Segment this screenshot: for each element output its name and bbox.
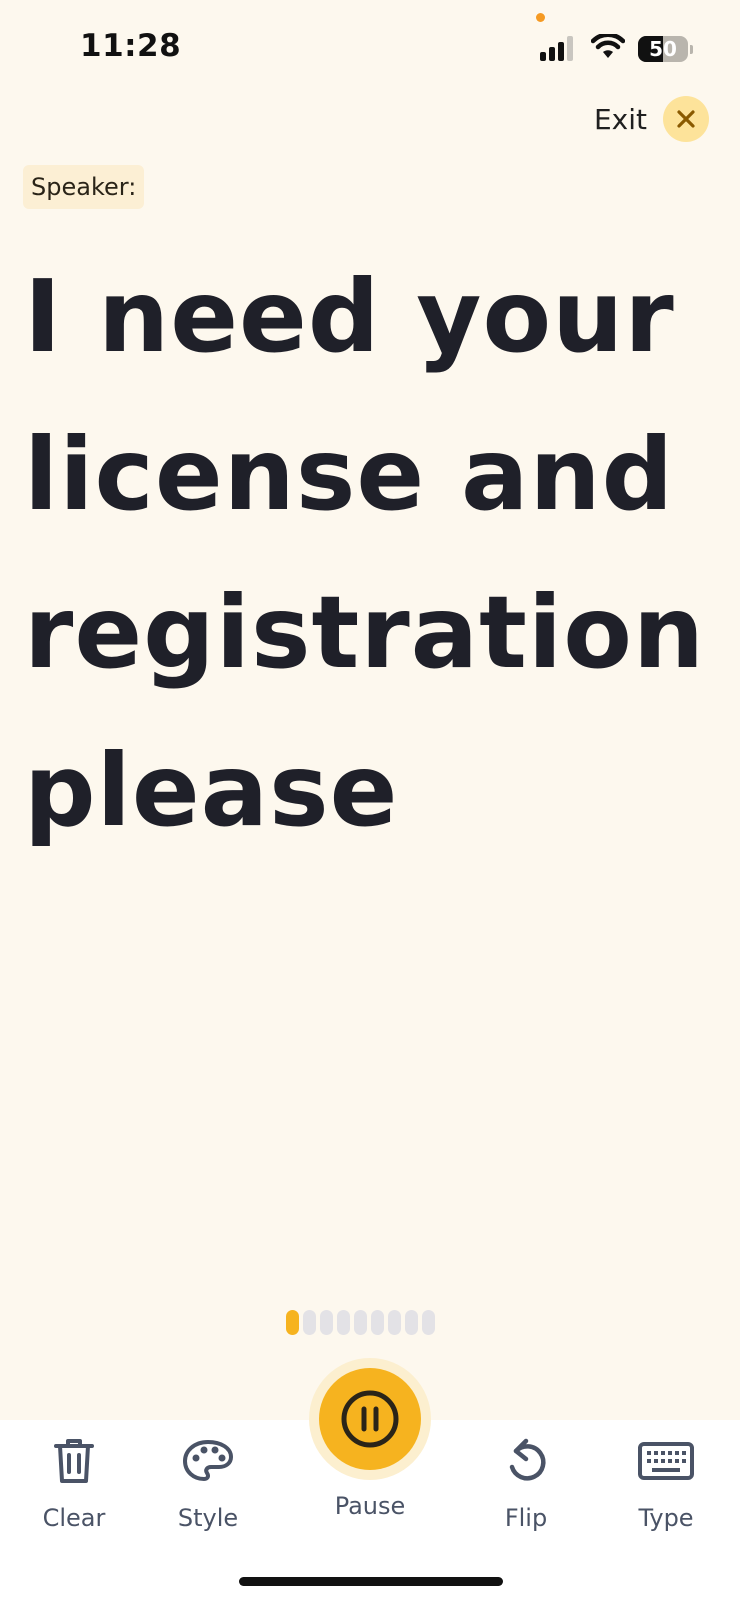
speaker-tag: Speaker: <box>23 165 145 209</box>
style-button[interactable]: Style <box>148 1432 268 1532</box>
page-dot <box>354 1310 367 1335</box>
page-dot <box>388 1310 401 1335</box>
keyboard-icon <box>638 1442 694 1480</box>
type-button[interactable]: Type <box>606 1432 726 1532</box>
page-dot <box>405 1310 418 1335</box>
transcript-text: I need your license and registration ple… <box>24 238 724 870</box>
exit-label[interactable]: Exit <box>594 103 647 136</box>
battery-tip <box>690 45 693 54</box>
status-time: 11:28 <box>80 28 182 64</box>
transcript-line: please <box>24 732 399 849</box>
transcript-line: registration <box>24 574 706 691</box>
page-dot <box>422 1310 435 1335</box>
status-bar: 11:28 50 <box>0 0 740 96</box>
page-dot <box>337 1310 350 1335</box>
close-icon <box>677 110 695 128</box>
page-dot <box>320 1310 333 1335</box>
cellular-signal-icon <box>540 36 573 61</box>
pause-label: Pause <box>334 1492 406 1520</box>
wifi-icon <box>591 34 625 58</box>
page-dot <box>286 1310 299 1335</box>
page-dot <box>303 1310 316 1335</box>
page-indicator <box>286 1310 435 1335</box>
style-label: Style <box>177 1504 239 1532</box>
privacy-indicator-dot <box>536 13 545 22</box>
transcript-line: license and <box>24 416 675 533</box>
page-dot <box>371 1310 384 1335</box>
battery-indicator: 50 <box>638 36 688 62</box>
pause-button[interactable] <box>319 1368 421 1470</box>
trash-icon <box>54 1439 94 1483</box>
transcript-line: I need your <box>24 258 675 375</box>
type-label: Type <box>638 1504 694 1532</box>
pause-icon <box>341 1390 399 1448</box>
flip-button[interactable]: Flip <box>466 1432 586 1532</box>
exit-button[interactable] <box>663 96 709 142</box>
battery-level-text: 50 <box>649 37 677 61</box>
flip-label: Flip <box>504 1504 548 1532</box>
rotate-icon <box>509 1438 546 1481</box>
clear-button[interactable]: Clear <box>14 1432 134 1532</box>
clear-label: Clear <box>42 1504 106 1532</box>
home-indicator[interactable] <box>239 1577 503 1586</box>
palette-icon <box>183 1440 233 1481</box>
